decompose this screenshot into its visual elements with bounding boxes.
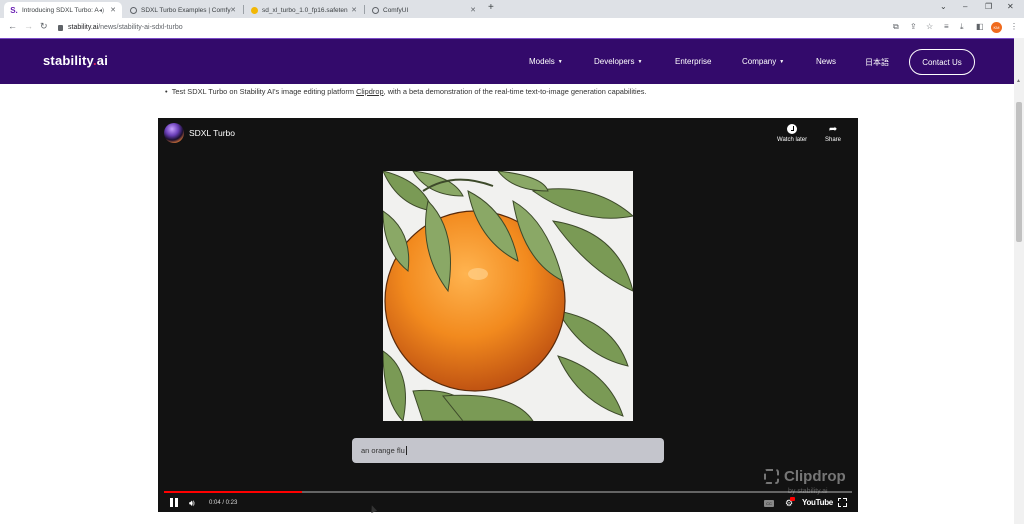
watch-later-label: Watch later xyxy=(777,137,808,143)
tab-comfyui[interactable]: ComfyUI ✕ xyxy=(366,2,482,18)
clock-icon xyxy=(787,124,798,134)
url-path: /news/stability-ai-sdxl-turbo xyxy=(98,24,183,31)
article-bullet: • Test SDXL Turbo on Stability AI's imag… xyxy=(165,87,647,96)
prompt-input[interactable]: an orange flu xyxy=(352,438,664,463)
close-tab-icon[interactable]: ✕ xyxy=(351,6,357,14)
back-icon[interactable]: ← xyxy=(8,21,17,31)
share-label: Share xyxy=(825,137,842,143)
pause-button[interactable] xyxy=(170,498,179,507)
browser-toolbar: ← → ↻ stability.ai/news/stability-ai-sdx… xyxy=(0,18,1024,38)
menu-kebab-icon[interactable]: ⋮ xyxy=(1010,22,1018,31)
translate-icon[interactable]: ⧉ xyxy=(893,22,899,32)
youtube-player[interactable]: SDXL Turbo Watch later ➦ Share an orange… xyxy=(158,118,858,512)
clipdrop-logo-icon xyxy=(764,469,779,484)
stability-s-icon: S. xyxy=(10,5,18,15)
orange-illustration xyxy=(383,171,633,421)
generated-orange-image xyxy=(383,171,633,421)
tab-introducing-sdxl-turbo[interactable]: S. Introducing SDXL Turbo: A ◂) ✕ xyxy=(4,2,122,18)
bullet-marker: • xyxy=(165,87,172,96)
nav-company[interactable]: Company ▼ xyxy=(742,57,784,66)
tab-sdxl-turbo-examples[interactable]: SDXL Turbo Examples | Comfy ✕ xyxy=(124,2,242,18)
scroll-up-arrow-icon[interactable]: ▲ xyxy=(1016,78,1021,84)
close-window-button[interactable]: ✕ xyxy=(1007,2,1014,11)
fullscreen-icon[interactable] xyxy=(837,497,847,507)
share-page-icon[interactable]: ⇪ xyxy=(910,22,917,31)
tab-sd-xl-turbo-safetensors[interactable]: sd_xl_turbo_1.0_fp16.safeten ✕ xyxy=(245,2,363,18)
bullet-text: Test SDXL Turbo on Stability AI's image … xyxy=(171,87,357,96)
address-bar[interactable]: stability.ai/news/stability-ai-sdxl-turb… xyxy=(54,20,884,35)
nav-label: Developers xyxy=(594,57,635,66)
logo-text: stability xyxy=(43,53,93,68)
stability-logo[interactable]: stability.ai xyxy=(43,53,108,68)
forward-icon[interactable]: → xyxy=(24,21,33,31)
page-scrollbar[interactable]: ▲ xyxy=(1014,38,1024,524)
nav-label: Models xyxy=(529,57,555,66)
tab-title: ComfyUI xyxy=(383,6,409,14)
tab-separator xyxy=(364,5,365,14)
tab-title: Introducing SDXL Turbo: A xyxy=(22,6,99,14)
nav-enterprise[interactable]: Enterprise xyxy=(675,57,711,66)
tab-title: SDXL Turbo Examples | Comfy xyxy=(141,6,231,14)
restore-button[interactable]: ❐ xyxy=(985,2,992,11)
close-tab-icon[interactable]: ✕ xyxy=(110,6,116,14)
caret-down-icon: ▼ xyxy=(779,58,785,65)
hd-badge xyxy=(790,497,795,501)
close-tab-icon[interactable]: ✕ xyxy=(470,6,476,14)
browser-tabstrip: S. Introducing SDXL Turbo: A ◂) ✕ SDXL T… xyxy=(0,0,1024,18)
scrollbar-thumb[interactable] xyxy=(1016,102,1022,242)
nav-label: Enterprise xyxy=(675,57,712,66)
close-tab-icon[interactable]: ✕ xyxy=(230,6,236,14)
tab-title: sd_xl_turbo_1.0_fp16.safeten xyxy=(262,6,348,14)
caret-down-icon: ▼ xyxy=(637,58,643,65)
captions-button[interactable]: CC xyxy=(764,500,774,507)
clipdrop-watermark: Clipdrop xyxy=(764,468,846,485)
time-display: 0:04 / 0:23 xyxy=(209,500,238,506)
video-progress-bar[interactable] xyxy=(164,491,852,493)
tab-separator xyxy=(243,5,244,14)
site-header: stability.ai Models ▼ Developers ▼ Enterpr… xyxy=(0,38,1014,84)
bullet-text: , with a beta demonstration of the real-… xyxy=(383,87,647,96)
text-caret xyxy=(405,446,407,455)
youtube-logo[interactable]: YouTube xyxy=(802,498,833,507)
contact-us-button[interactable]: Contact Us xyxy=(909,49,975,75)
nav-label: News xyxy=(816,57,837,66)
nav-news[interactable]: News xyxy=(816,57,836,66)
download-icon[interactable]: ⤓ xyxy=(960,22,964,32)
prompt-text: an orange flu xyxy=(361,446,405,455)
clipdrop-link[interactable]: Clipdrop xyxy=(356,87,384,96)
globe-icon xyxy=(130,6,137,14)
nav-label: 日本語 xyxy=(865,58,889,67)
nav-developers[interactable]: Developers ▼ xyxy=(594,57,642,66)
logo-text: ai xyxy=(96,53,109,68)
profile-avatar[interactable]: KM xyxy=(991,22,1002,33)
minimize-button[interactable]: – xyxy=(963,2,967,11)
side-panel-icon[interactable]: ◧ xyxy=(976,22,984,31)
caret-down-icon: ▼ xyxy=(557,58,563,65)
share-arrow-icon: ➦ xyxy=(828,124,838,135)
tab-search-icon[interactable]: ⌄ xyxy=(940,2,947,11)
progress-played xyxy=(164,491,302,493)
pause-icon-bar xyxy=(170,498,173,507)
nav-label: Company xyxy=(742,57,777,66)
lock-icon xyxy=(58,24,63,31)
reading-list-icon[interactable]: ≡ xyxy=(944,22,949,31)
pause-icon-bar xyxy=(175,498,178,507)
volume-icon[interactable]: 🔊︎ xyxy=(189,498,195,509)
new-tab-button[interactable]: + xyxy=(488,2,494,13)
globe-icon xyxy=(372,6,379,14)
audio-playing-icon[interactable]: ◂) xyxy=(99,7,104,14)
url-host: stability.ai xyxy=(68,24,99,31)
bookmark-star-icon[interactable]: ☆ xyxy=(926,22,933,31)
watermark-text: Clipdrop xyxy=(784,468,846,485)
watch-later-button[interactable]: Watch later xyxy=(777,124,807,143)
nav-models[interactable]: Models ▼ xyxy=(529,57,563,66)
nav-japanese[interactable]: 日本語 xyxy=(865,57,889,68)
video-title[interactable]: SDXL Turbo xyxy=(189,128,235,138)
share-button[interactable]: ➦ Share xyxy=(825,124,841,143)
huggingface-icon xyxy=(251,6,258,14)
settings-gear-icon[interactable]: ⚙ xyxy=(785,497,795,509)
reload-icon[interactable]: ↻ xyxy=(40,21,48,32)
channel-avatar[interactable] xyxy=(164,123,184,143)
